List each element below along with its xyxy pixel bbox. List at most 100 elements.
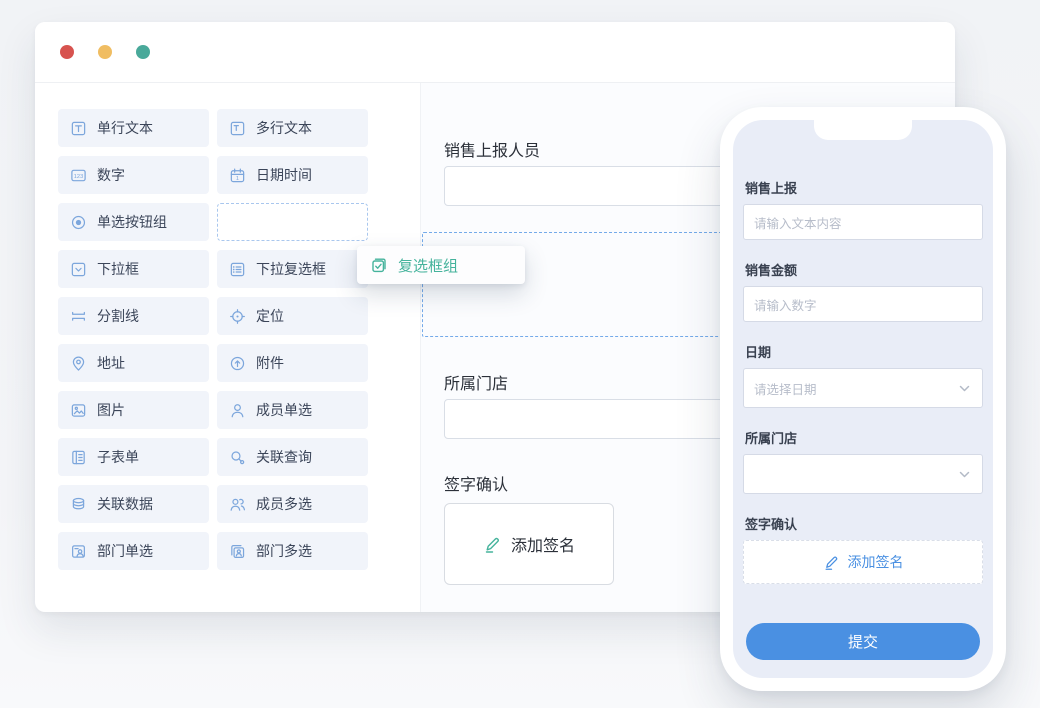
pencil-icon: [823, 554, 840, 571]
subform-icon: [70, 449, 87, 466]
close-window-icon[interactable]: [60, 45, 74, 59]
palette-item-label: 下拉复选框: [256, 259, 326, 279]
palette-item[interactable]: 成员多选: [217, 485, 368, 523]
palette-item-label: 多行文本: [256, 118, 312, 138]
checkbox-group-icon: [370, 256, 388, 274]
palette-item[interactable]: 下拉框: [58, 250, 209, 288]
phone-add-signature-button[interactable]: 添加签名: [743, 540, 983, 584]
palette-item-label: 成员单选: [256, 400, 312, 420]
phone-field-label: 销售金额: [743, 260, 983, 279]
dept-single-icon: [70, 543, 87, 560]
svg-text:1: 1: [236, 175, 239, 181]
phone-add-signature-label: 添加签名: [848, 552, 904, 572]
multi-line-text-icon: [229, 120, 246, 137]
field-palette: 单行文本 多行文本 123 数字 1 日期时间单选按钮组下拉框 下拉复选框分割线 定位地址 附件…: [58, 109, 368, 570]
window-titlebar: [35, 22, 955, 83]
palette-item-label: 数字: [97, 165, 125, 185]
related-data-icon: [70, 496, 87, 513]
phone-field-group: 所属门店: [743, 428, 983, 494]
palette-item-label: 关联查询: [256, 447, 312, 467]
palette-item[interactable]: 定位: [217, 297, 368, 335]
phone-number-input[interactable]: 请输入数字: [743, 286, 983, 322]
member-single-icon: [229, 402, 246, 419]
palette-item-label: 附件: [256, 353, 284, 373]
palette-item-label: 关联数据: [97, 494, 153, 514]
phone-notch: [814, 120, 912, 140]
chevron-down-icon: [957, 467, 972, 482]
dropdown-multi-icon: [229, 261, 246, 278]
number-icon: 123: [70, 167, 87, 184]
mobile-preview-phone: 销售上报 请输入文本内容 销售金额 请输入数字 日期 请选择日期: [720, 107, 1006, 691]
palette-item[interactable]: 单选按钮组: [58, 203, 209, 241]
palette-item[interactable]: 关联查询: [217, 438, 368, 476]
phone-field-group: 签字确认 添加签名: [743, 514, 983, 584]
canvas-field-label: 签字确认: [444, 471, 508, 495]
palette-item[interactable]: 子表单: [58, 438, 209, 476]
palette-item-label: 分割线: [97, 306, 139, 326]
canvas-field-label: 所属门店: [444, 370, 508, 394]
palette-item[interactable]: 成员单选: [217, 391, 368, 429]
palette-drop-placeholder[interactable]: [217, 203, 368, 241]
member-multi-icon: [229, 496, 246, 513]
phone-field-label: 销售上报: [743, 178, 983, 197]
input-placeholder: 请输入文本内容: [754, 213, 842, 232]
divider-icon: [70, 308, 87, 325]
palette-item-label: 下拉框: [97, 259, 139, 279]
dragged-field-card[interactable]: 复选框组: [357, 246, 525, 284]
phone-screen: 销售上报 请输入文本内容 销售金额 请输入数字 日期 请选择日期: [733, 120, 993, 678]
phone-field-label: 签字确认: [743, 514, 983, 533]
palette-item[interactable]: 下拉复选框: [217, 250, 368, 288]
palette-item-label: 成员多选: [256, 494, 312, 514]
palette-item[interactable]: 附件: [217, 344, 368, 382]
palette-item-label: 部门多选: [256, 541, 312, 561]
input-placeholder: 请选择日期: [754, 379, 817, 398]
attachment-upload-icon: [229, 355, 246, 372]
svg-text:123: 123: [74, 173, 83, 179]
palette-item[interactable]: 关联数据: [58, 485, 209, 523]
palette-item-label: 单行文本: [97, 118, 153, 138]
dragged-field-label: 复选框组: [398, 255, 458, 276]
palette-item[interactable]: 部门多选: [217, 532, 368, 570]
palette-item-label: 图片: [97, 400, 125, 420]
submit-button[interactable]: 提交: [746, 623, 980, 660]
phone-store-select[interactable]: [743, 454, 983, 494]
single-line-text-icon: [70, 120, 87, 137]
palette-item-label: 部门单选: [97, 541, 153, 561]
palette-item[interactable]: 部门单选: [58, 532, 209, 570]
chevron-down-icon: [957, 381, 972, 396]
pencil-icon: [483, 535, 502, 554]
phone-field-label: 所属门店: [743, 428, 983, 447]
dropdown-icon: [70, 261, 87, 278]
related-query-icon: [229, 449, 246, 466]
palette-item-label: 子表单: [97, 447, 139, 467]
radio-group-icon: [70, 214, 87, 231]
palette-item-label: 定位: [256, 306, 284, 326]
palette-item-label: 单选按钮组: [97, 212, 167, 232]
palette-item[interactable]: 图片: [58, 391, 209, 429]
phone-field-group: 销售上报 请输入文本内容: [743, 178, 983, 240]
palette-item-label: 日期时间: [256, 165, 312, 185]
maximize-window-icon[interactable]: [136, 45, 150, 59]
palette-item[interactable]: 1 日期时间: [217, 156, 368, 194]
locate-icon: [229, 308, 246, 325]
canvas-add-signature-label: 添加签名: [511, 532, 575, 556]
phone-date-select[interactable]: 请选择日期: [743, 368, 983, 408]
datetime-icon: 1: [229, 167, 246, 184]
canvas-add-signature-button[interactable]: 添加签名: [444, 503, 614, 585]
palette-item[interactable]: 123 数字: [58, 156, 209, 194]
palette-item-label: 地址: [97, 353, 125, 373]
palette-item[interactable]: 单行文本: [58, 109, 209, 147]
phone-field-group: 日期 请选择日期: [743, 342, 983, 408]
address-pin-icon: [70, 355, 87, 372]
phone-field-group: 销售金额 请输入数字: [743, 260, 983, 322]
palette-item[interactable]: 分割线: [58, 297, 209, 335]
canvas-field-label: 销售上报人员: [444, 137, 540, 161]
dept-multi-icon: [229, 543, 246, 560]
phone-text-input[interactable]: 请输入文本内容: [743, 204, 983, 240]
input-placeholder: 请输入数字: [754, 295, 817, 314]
palette-item[interactable]: 地址: [58, 344, 209, 382]
palette-item[interactable]: 多行文本: [217, 109, 368, 147]
minimize-window-icon[interactable]: [98, 45, 112, 59]
phone-field-label: 日期: [743, 342, 983, 361]
image-icon: [70, 402, 87, 419]
